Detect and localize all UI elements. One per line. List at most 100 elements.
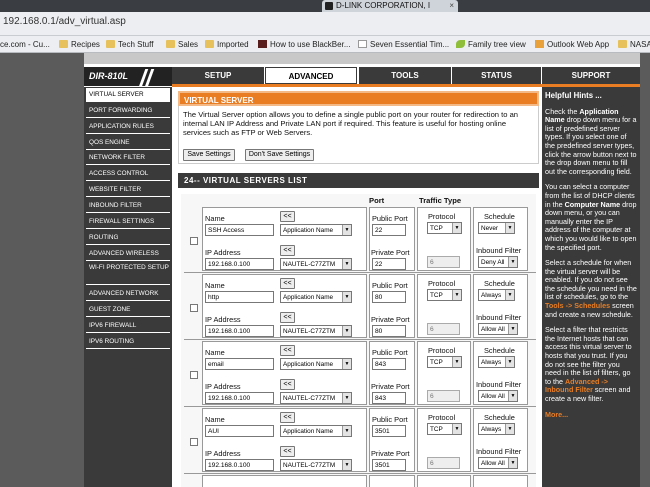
port-cell <box>369 475 415 487</box>
application-name-select[interactable]: Application Name ▼ <box>280 425 352 437</box>
schedule-select[interactable]: Always ▼ <box>478 289 515 301</box>
sidebar-item-wps[interactable]: WI-FI PROTECTED SETUP <box>86 263 170 285</box>
sidebar-item-guest-zone[interactable]: GUEST ZONE <box>86 303 170 317</box>
sidebar-item-network-filter[interactable]: NETWORK FILTER <box>86 151 170 165</box>
sidebar-item-firewall-settings[interactable]: FIREWALL SETTINGS <box>86 215 170 229</box>
schedule-select[interactable]: Always ▼ <box>478 423 515 435</box>
public-port-input[interactable]: 80 <box>372 291 406 303</box>
public-port-input[interactable]: 3501 <box>372 425 406 437</box>
bookmark-item[interactable]: Sales <box>166 39 198 50</box>
enable-checkbox[interactable] <box>190 237 198 245</box>
bookmark-item[interactable]: Outlook Web App <box>535 39 609 50</box>
sidebar-item-ipv6-routing[interactable]: IPV6 ROUTING <box>86 335 170 349</box>
computer-name-select[interactable]: NAUTEL-C77ZTM ▼ <box>280 258 352 270</box>
bookmark-item[interactable]: How to use BlackBer... <box>258 39 350 50</box>
sidebar-item-inbound-filter[interactable]: INBOUND FILTER <box>86 199 170 213</box>
computer-name-select[interactable]: NAUTEL-C77ZTM ▼ <box>280 325 352 337</box>
sidebar-item-virtual-server[interactable]: VIRTUAL SERVER <box>86 88 170 102</box>
private-port-input[interactable]: 3501 <box>372 459 406 471</box>
name-input[interactable]: AUI <box>205 425 274 437</box>
private-port-input[interactable]: 843 <box>372 392 406 404</box>
bookmark-item[interactable]: ce.com - Cu... <box>0 39 50 50</box>
sidebar-item-advanced-network[interactable]: ADVANCED NETWORK <box>86 287 170 301</box>
copy-ip-button[interactable]: << <box>280 245 295 256</box>
tab-advanced[interactable]: ADVANCED <box>265 67 357 84</box>
model-name: DIR-810L <box>89 71 129 81</box>
application-name-select[interactable]: Application Name ▼ <box>280 224 352 236</box>
dont-save-settings-button[interactable]: Don't Save Settings <box>245 149 314 161</box>
ip-address-input[interactable]: 192.168.0.100 <box>205 392 274 404</box>
sidebar-item-port-forwarding[interactable]: PORT FORWARDING <box>86 104 170 118</box>
tab-status[interactable]: STATUS <box>452 67 541 84</box>
url-text[interactable]: 192.168.0.1/adv_virtual.asp <box>3 16 126 27</box>
name-input[interactable]: SSH Access <box>205 224 274 236</box>
bookmark-item[interactable]: Tech Stuff <box>106 39 153 50</box>
bookmark-item[interactable]: Family tree view <box>456 39 526 50</box>
protocol-number-input: 6 <box>427 390 460 402</box>
copy-ip-button[interactable]: << <box>280 312 295 323</box>
inbound-filter-select[interactable]: Allow All ▼ <box>478 457 518 469</box>
folder-icon <box>106 40 115 48</box>
chevron-down-icon: ▼ <box>505 357 514 367</box>
copy-app-button[interactable]: << <box>280 278 295 289</box>
copy-app-button[interactable]: << <box>280 412 295 423</box>
name-input[interactable]: email <box>205 358 274 370</box>
computer-name-select[interactable]: NAUTEL-C77ZTM ▼ <box>280 392 352 404</box>
inbound-filter-select[interactable]: Allow All ▼ <box>478 323 518 335</box>
sidebar-item-advanced-wireless[interactable]: ADVANCED WIRELESS <box>86 247 170 261</box>
close-tab-icon[interactable]: × <box>449 1 454 10</box>
enable-checkbox[interactable] <box>190 371 198 379</box>
name-label: Name <box>205 415 225 424</box>
more-link[interactable]: More... <box>545 410 637 420</box>
schedule-select[interactable]: Never ▼ <box>478 222 515 234</box>
bookmark-item[interactable]: Recipes <box>59 39 100 50</box>
protocol-select[interactable]: TCP ▼ <box>427 423 462 435</box>
ip-address-input[interactable]: 192.168.0.100 <box>205 258 274 270</box>
copy-app-button[interactable]: << <box>280 345 295 356</box>
sidebar-item-ipv6-firewall[interactable]: IPV6 FIREWALL <box>86 319 170 333</box>
private-port-input[interactable]: 80 <box>372 325 406 337</box>
sidebar-item-website-filter[interactable]: WEBSITE FILTER <box>86 183 170 197</box>
public-port-input[interactable]: 843 <box>372 358 406 370</box>
protocol-select[interactable]: TCP ▼ <box>427 222 462 234</box>
protocol-select[interactable]: TCP ▼ <box>427 289 462 301</box>
tab-setup[interactable]: SETUP <box>172 67 264 84</box>
public-port-input[interactable]: 22 <box>372 224 406 236</box>
schedule-select[interactable]: Always ▼ <box>478 356 515 368</box>
private-port-label: Private Port <box>371 449 410 458</box>
sidebar-item-application-rules[interactable]: APPLICATION RULES <box>86 120 170 134</box>
private-port-input[interactable]: 22 <box>372 258 406 270</box>
sidebar-item-qos-engine[interactable]: QOS ENGINE <box>86 136 170 150</box>
copy-app-button[interactable]: << <box>280 211 295 222</box>
save-settings-button[interactable]: Save Settings <box>183 149 235 161</box>
protocol-select[interactable]: TCP ▼ <box>427 356 462 368</box>
enable-checkbox[interactable] <box>190 304 198 312</box>
ip-address-input[interactable]: 192.168.0.100 <box>205 459 274 471</box>
help-paragraph: You can select a computer from the list … <box>545 182 637 252</box>
enable-checkbox[interactable] <box>190 438 198 446</box>
chevron-down-icon: ▼ <box>342 426 351 436</box>
bookmark-item[interactable]: Seven Essential Tim... <box>358 39 449 50</box>
ip-address-input[interactable]: 192.168.0.100 <box>205 325 274 337</box>
public-port-label: Public Port <box>372 415 408 424</box>
model-logo: DIR-810L <box>84 64 172 87</box>
tab-tools[interactable]: TOOLS <box>359 67 451 84</box>
protocol-label: Protocol <box>428 346 456 355</box>
sidebar-item-routing[interactable]: ROUTING <box>86 231 170 245</box>
web-icon <box>258 40 267 48</box>
traffic-type-column-header: Traffic Type <box>419 196 462 205</box>
bookmark-item[interactable]: NASA <box>618 39 650 50</box>
application-name-select[interactable]: Application Name ▼ <box>280 291 352 303</box>
inbound-filter-select[interactable]: Allow All ▼ <box>478 390 518 402</box>
name-input[interactable]: http <box>205 291 274 303</box>
copy-ip-button[interactable]: << <box>280 446 295 457</box>
sidebar-item-access-control[interactable]: ACCESS CONTROL <box>86 167 170 181</box>
inbound-filter-select[interactable]: Deny All ▼ <box>478 256 518 268</box>
copy-ip-button[interactable]: << <box>280 379 295 390</box>
browser-tab[interactable]: D-LINK CORPORATION, I × <box>322 0 458 12</box>
application-name-select[interactable]: Application Name ▼ <box>280 358 352 370</box>
tab-support[interactable]: SUPPORT <box>542 67 640 84</box>
bookmark-item[interactable]: Imported <box>205 39 249 50</box>
computer-name-select[interactable]: NAUTEL-C77ZTM ▼ <box>280 459 352 471</box>
chevron-down-icon: ▼ <box>505 290 514 300</box>
